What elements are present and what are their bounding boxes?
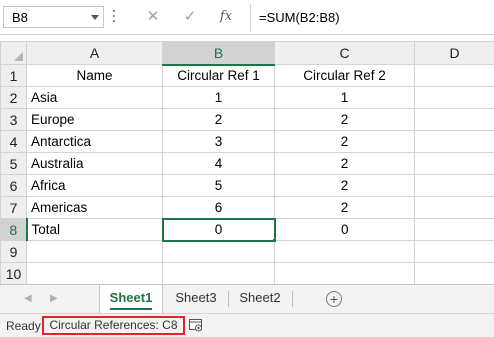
tab-sheet3[interactable]: Sheet3 xyxy=(165,285,227,313)
row-header[interactable]: 5 xyxy=(0,152,27,175)
scroll-left-icon[interactable]: ◀ xyxy=(24,293,32,304)
cell-b9[interactable] xyxy=(162,240,275,263)
cell-a4[interactable]: Antarctica xyxy=(26,130,163,153)
tab-label: Sheet1 xyxy=(109,290,153,305)
cell-d4[interactable] xyxy=(414,130,494,153)
row-header[interactable]: 9 xyxy=(0,240,27,263)
insert-function-icon[interactable]: fx xyxy=(214,5,238,29)
cell-b1[interactable]: Circular Ref 1 xyxy=(162,64,275,87)
cell-d1[interactable] xyxy=(414,64,494,87)
row-header[interactable]: 6 xyxy=(0,174,27,197)
cell-a1[interactable]: Name xyxy=(26,64,163,87)
cell-c2[interactable]: 1 xyxy=(274,86,415,109)
cell-a7[interactable]: Americas xyxy=(26,196,163,219)
vertical-dots-icon[interactable] xyxy=(112,10,116,24)
enter-icon[interactable]: ✓ xyxy=(178,5,202,29)
column-header-d[interactable]: D xyxy=(414,41,494,65)
add-sheet-icon[interactable]: + xyxy=(326,291,342,307)
table-row: 10 xyxy=(0,262,494,285)
cell-d9[interactable] xyxy=(414,240,494,263)
cell-b4[interactable]: 3 xyxy=(162,130,275,153)
cell-d5[interactable] xyxy=(414,152,494,175)
row-header[interactable]: 1 xyxy=(0,64,27,87)
cell-a8[interactable]: Total xyxy=(26,218,163,241)
formula-text: =SUM(B2:B8) xyxy=(259,10,340,25)
cell-c5[interactable]: 2 xyxy=(274,152,415,175)
cell-b2[interactable]: 1 xyxy=(162,86,275,109)
cell-a9[interactable] xyxy=(26,240,163,263)
tab-sheet1[interactable]: Sheet1 xyxy=(99,285,163,313)
cell-c3[interactable]: 2 xyxy=(274,108,415,131)
fill-handle[interactable] xyxy=(271,237,273,239)
column-header-b[interactable]: B xyxy=(162,41,275,66)
table-row: 9 xyxy=(0,240,494,263)
row-header[interactable]: 10 xyxy=(0,262,27,285)
row-header[interactable]: 3 xyxy=(0,108,27,131)
status-ready: Ready xyxy=(6,319,41,333)
cell-a10[interactable] xyxy=(26,262,163,285)
tab-sheet2[interactable]: Sheet2 xyxy=(229,285,291,313)
cell-b10[interactable] xyxy=(162,262,275,285)
circular-references-status[interactable]: Circular References: C8 xyxy=(42,316,185,335)
cell-b6[interactable]: 5 xyxy=(162,174,275,197)
cell-c10[interactable] xyxy=(274,262,415,285)
cell-d7[interactable] xyxy=(414,196,494,219)
select-all-corner[interactable] xyxy=(0,41,27,65)
sheet-tabs-bar: ◀ ▶ Sheet1 Sheet3 Sheet2 + xyxy=(0,284,494,313)
cell-b5[interactable]: 4 xyxy=(162,152,275,175)
name-box-value: B8 xyxy=(12,10,28,25)
cell-d3[interactable] xyxy=(414,108,494,131)
cell-d8[interactable] xyxy=(414,218,494,241)
cell-a6[interactable]: Africa xyxy=(26,174,163,197)
name-box[interactable]: B8 xyxy=(3,6,104,28)
cell-c1[interactable]: Circular Ref 2 xyxy=(274,64,415,87)
cell-a2[interactable]: Asia xyxy=(26,86,163,109)
active-tab-underline xyxy=(110,308,152,310)
tab-separator xyxy=(292,291,293,307)
table-row: 3 Europe 2 2 xyxy=(0,108,494,131)
table-row: 6 Africa 5 2 xyxy=(0,174,494,197)
row-header[interactable]: 2 xyxy=(0,86,27,109)
cell-d2[interactable] xyxy=(414,86,494,109)
cell-a3[interactable]: Europe xyxy=(26,108,163,131)
cancel-icon[interactable]: ✕ xyxy=(141,5,165,29)
cell-c8[interactable]: 0 xyxy=(274,218,415,241)
cell-a5[interactable]: Australia xyxy=(26,152,163,175)
table-row: 1 Name Circular Ref 1 Circular Ref 2 xyxy=(0,64,494,87)
table-row: 8 Total 0 0 xyxy=(0,217,494,242)
cell-b8-selected[interactable]: 0 xyxy=(161,217,276,242)
cell-b3[interactable]: 2 xyxy=(162,108,275,131)
column-header-c[interactable]: C xyxy=(274,41,415,65)
status-bar: Ready Circular References: C8 xyxy=(0,313,494,337)
table-row: 4 Antarctica 3 2 xyxy=(0,130,494,153)
table-row: 5 Australia 4 2 xyxy=(0,152,494,175)
cell-c6[interactable]: 2 xyxy=(274,174,415,197)
cell-c9[interactable] xyxy=(274,240,415,263)
cell-b7[interactable]: 6 xyxy=(162,196,275,219)
chevron-down-icon[interactable] xyxy=(91,15,99,20)
formula-input[interactable]: =SUM(B2:B8) xyxy=(251,4,494,31)
cell-d6[interactable] xyxy=(414,174,494,197)
column-header-a[interactable]: A xyxy=(26,41,163,65)
cell-b8-value: 0 xyxy=(214,222,223,237)
macro-record-icon[interactable] xyxy=(189,319,203,332)
cell-c4[interactable]: 2 xyxy=(274,130,415,153)
spreadsheet-grid: A B C D 1 Name Circular Ref 1 Circular R… xyxy=(0,41,494,285)
table-row: 2 Asia 1 1 xyxy=(0,86,494,109)
row-header[interactable]: 8 xyxy=(0,218,28,241)
formula-bar: B8 ✕ ✓ fx =SUM(B2:B8) xyxy=(0,0,494,35)
cell-d10[interactable] xyxy=(414,262,494,285)
row-header[interactable]: 4 xyxy=(0,130,27,153)
row-header[interactable]: 7 xyxy=(0,196,27,219)
scroll-right-icon[interactable]: ▶ xyxy=(50,293,58,304)
cell-c7[interactable]: 2 xyxy=(274,196,415,219)
table-row: 7 Americas 6 2 xyxy=(0,196,494,219)
